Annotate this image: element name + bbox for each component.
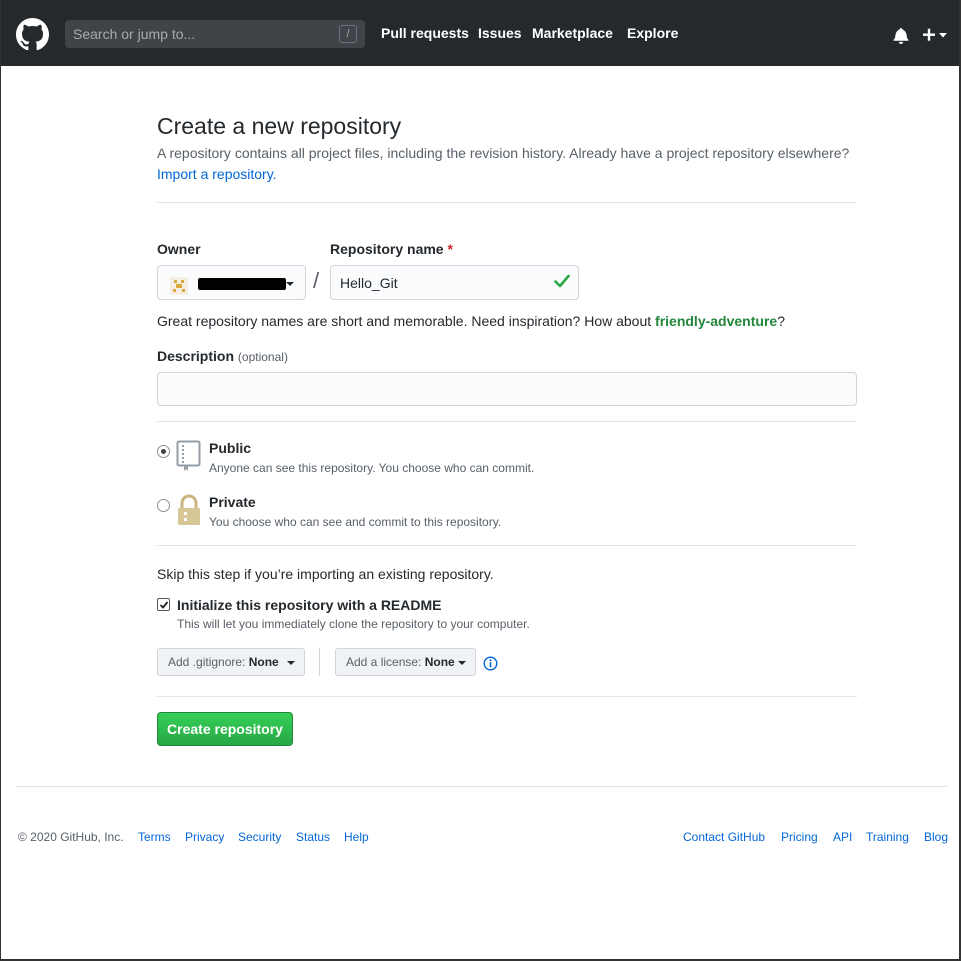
nav-marketplace[interactable]: Marketplace — [532, 25, 613, 41]
gitignore-dropdown[interactable]: Add .gitignore: None — [157, 648, 305, 676]
description-label-text: Description — [157, 348, 235, 364]
top-header: / Pull requests Issues Marketplace Explo… — [0, 0, 961, 66]
public-option-title[interactable]: Public — [209, 440, 251, 456]
nav-issues[interactable]: Issues — [478, 25, 522, 41]
nav-explore[interactable]: Explore — [627, 25, 678, 41]
create-repository-button[interactable]: Create repository — [157, 712, 293, 746]
divider — [157, 202, 857, 203]
lock-icon — [178, 494, 200, 525]
bell-icon[interactable] — [893, 27, 909, 44]
required-mark: * — [447, 241, 453, 257]
repo-name-label-text: Repository name — [330, 241, 444, 257]
public-radio[interactable] — [157, 445, 170, 458]
gitignore-label: Add .gitignore: — [168, 655, 246, 669]
footer-link-api[interactable]: API — [833, 830, 852, 844]
footer-divider — [16, 786, 948, 787]
description-input[interactable] — [157, 372, 857, 406]
chevron-down-icon — [458, 661, 466, 665]
redacted-owner-name — [198, 278, 286, 290]
owner-label: Owner — [157, 241, 201, 257]
plus-dropdown-icon[interactable] — [922, 26, 950, 44]
optional-note: (optional) — [237, 350, 288, 364]
info-icon[interactable] — [483, 656, 498, 671]
owner-avatar-icon — [170, 277, 188, 295]
hint-suffix: ? — [777, 313, 785, 329]
repo-name-input[interactable] — [330, 265, 579, 300]
readme-description: This will let you immediately clone the … — [177, 617, 530, 631]
private-option-description: You choose who can see and commit to thi… — [209, 515, 502, 529]
search-box: / — [65, 20, 365, 48]
chevron-down-icon — [286, 282, 294, 286]
footer-link-help[interactable]: Help — [344, 830, 369, 844]
owner-select[interactable] — [157, 265, 306, 300]
footer-link-pricing[interactable]: Pricing — [781, 830, 818, 844]
import-repository-link[interactable]: Import a repository. — [157, 166, 277, 182]
hint-prefix: Great repository names are short and mem… — [157, 313, 656, 329]
private-radio[interactable] — [157, 499, 170, 512]
readme-checkbox-label[interactable]: Initialize this repository with a README — [177, 597, 441, 613]
repo-name-hint: Great repository names are short and mem… — [157, 313, 785, 329]
repo-name-label: Repository name * — [330, 241, 453, 257]
readme-checkbox[interactable] — [157, 598, 170, 611]
nav-pull-requests[interactable]: Pull requests — [381, 25, 469, 41]
chevron-down-icon — [287, 661, 295, 665]
repo-book-icon — [176, 440, 201, 471]
window-border — [0, 0, 1, 961]
license-dropdown[interactable]: Add a license: None — [335, 648, 476, 676]
skip-step-note: Skip this step if you’re importing an ex… — [157, 566, 494, 582]
footer-link-training[interactable]: Training — [866, 830, 909, 844]
check-icon — [554, 274, 570, 288]
license-value: None — [424, 655, 455, 669]
footer-copyright: © 2020 GitHub, Inc. — [18, 830, 124, 844]
footer-link-blog[interactable]: Blog — [924, 830, 948, 844]
divider — [157, 545, 857, 546]
description-label: Description (optional) — [157, 348, 288, 364]
footer-link-status[interactable]: Status — [296, 830, 330, 844]
vertical-divider — [319, 648, 320, 676]
slash-shortcut-key: / — [339, 25, 357, 43]
public-option-description: Anyone can see this repository. You choo… — [209, 461, 535, 475]
footer-link-privacy[interactable]: Privacy — [185, 830, 224, 844]
footer-link-security[interactable]: Security — [238, 830, 281, 844]
divider — [157, 421, 857, 422]
checkmark-icon — [159, 601, 169, 609]
search-input[interactable] — [65, 20, 365, 48]
github-logo-icon[interactable] — [16, 18, 49, 51]
license-label: Add a license: — [346, 655, 422, 669]
private-option-title[interactable]: Private — [209, 494, 256, 510]
divider — [157, 696, 857, 697]
gitignore-value: None — [248, 655, 279, 669]
footer-link-contact[interactable]: Contact GitHub — [683, 830, 765, 844]
footer-link-terms[interactable]: Terms — [138, 830, 171, 844]
page-subtitle: A repository contains all project files,… — [157, 145, 850, 161]
owner-repo-separator: / — [313, 268, 320, 293]
hint-suggestion[interactable]: friendly-adventure — [655, 313, 777, 329]
page-title: Create a new repository — [157, 113, 402, 139]
